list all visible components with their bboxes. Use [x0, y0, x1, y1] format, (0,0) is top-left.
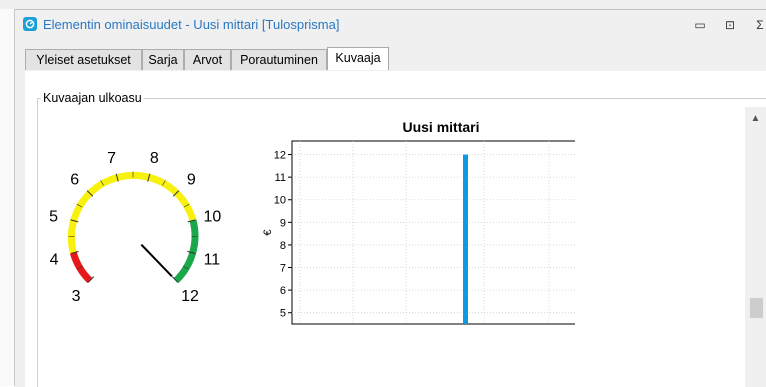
y-tick-label: 10 [274, 195, 286, 207]
y-tick-label: 11 [275, 172, 286, 184]
tab-sarja[interactable]: Sarja [142, 49, 184, 70]
gauge-label-4: 4 [50, 251, 59, 268]
tab-porautuminen[interactable]: Porautuminen [231, 49, 327, 70]
gauge-band-1 [71, 175, 193, 252]
window-title: Elementin ominaisuudet - Uusi mittari [T… [43, 17, 339, 32]
tab-kuvaaja[interactable]: Kuvaaja [327, 47, 389, 70]
y-axis-label: € [262, 229, 274, 235]
tab-content: Kuvaajan ulkoasu 3 4 5 6 7 8 9 10 11 12 Uusi mitt… [25, 71, 766, 387]
bar-chart: Uusi mittari5678910111212 / 20194 / 2020… [255, 113, 575, 333]
left-panel-edge [0, 9, 15, 386]
tab-bar: Yleiset asetukset Sarja Arvot Porautumin… [25, 49, 766, 72]
group-border [37, 98, 766, 99]
gauge-label-7: 7 [107, 150, 116, 167]
gauge-band-2 [176, 221, 195, 281]
scroll-thumb[interactable] [750, 298, 763, 318]
app-gauge-icon [23, 17, 37, 31]
gauge-label-9: 9 [187, 171, 196, 188]
group-border-left [37, 98, 38, 387]
gauge-label-5: 5 [49, 209, 58, 226]
properties-window: Elementin ominaisuudet - Uusi mittari [T… [15, 9, 766, 387]
plot-area [292, 141, 575, 324]
top-band [0, 0, 766, 9]
gauge-label-8: 8 [150, 150, 159, 167]
minimize-icon[interactable]: ▭ [689, 16, 711, 34]
vertical-scrollbar[interactable]: ▲ [745, 107, 766, 387]
y-tick-label: 6 [280, 285, 286, 297]
gauge-needle [141, 245, 172, 277]
title-bar: Elementin ominaisuudet - Uusi mittari [T… [15, 10, 766, 41]
gauge-widget: 3 4 5 6 7 8 9 10 11 12 [45, 141, 245, 341]
chart-title: Uusi mittari [402, 119, 479, 135]
chart-bar [463, 155, 468, 324]
y-tick-label: 12 [274, 150, 286, 162]
gauge-label-12: 12 [181, 288, 199, 305]
gauge-label-3: 3 [72, 288, 81, 305]
y-tick-label: 7 [280, 263, 286, 275]
tab-yleiset-asetukset[interactable]: Yleiset asetukset [25, 49, 142, 70]
group-label: Kuvaajan ulkoasu [41, 91, 144, 105]
close-icon[interactable]: Σ [749, 16, 766, 34]
gauge-label-6: 6 [70, 171, 79, 188]
y-tick-label: 9 [280, 217, 286, 229]
restore-icon[interactable]: ⊡ [719, 16, 741, 34]
scroll-up-icon[interactable]: ▲ [745, 109, 766, 127]
y-tick-label: 5 [280, 308, 286, 320]
y-tick-label: 8 [280, 240, 286, 252]
tab-arvot[interactable]: Arvot [184, 49, 231, 70]
gauge-label-10: 10 [204, 209, 222, 226]
gauge-label-11: 11 [204, 251, 221, 268]
